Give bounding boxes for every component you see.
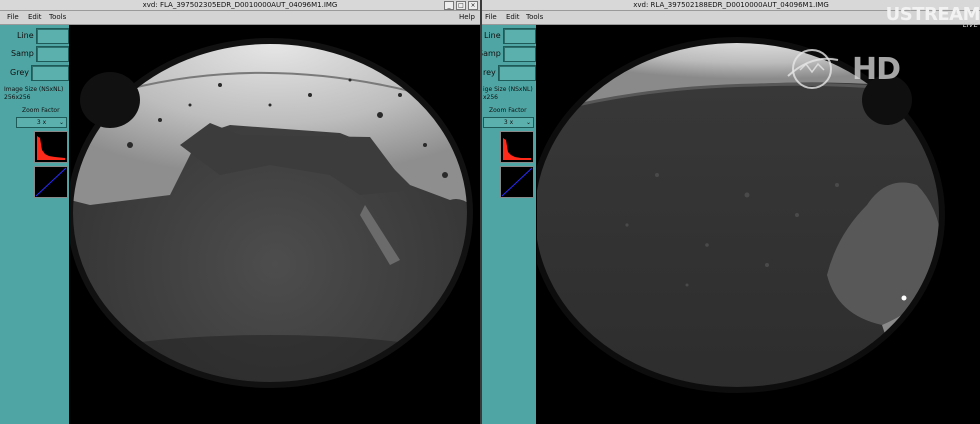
zoom-factor-select[interactable]: 3 x ⌄ bbox=[16, 117, 67, 128]
nasa-logo-icon bbox=[787, 49, 839, 89]
left-control-panel: Line Samp Grey Image Size (NSxNL) 256x25… bbox=[0, 25, 69, 424]
left-image-view[interactable] bbox=[70, 25, 480, 424]
image-size-label: Image Size (NSxNL) bbox=[4, 86, 64, 93]
close-button[interactable]: × bbox=[468, 1, 478, 10]
left-image-window: xvd: FLA_397502305EDR_D0010000AUT_04096M… bbox=[0, 0, 480, 424]
right-window-title: xvd: RLA_397502188EDR_D0010000AUT_04096M… bbox=[633, 1, 829, 9]
menu-file[interactable]: File bbox=[7, 11, 19, 24]
left-window-controls: _ □ × bbox=[444, 1, 478, 10]
image-size-value: 256x256 bbox=[4, 94, 31, 101]
stretch-curve-display bbox=[500, 166, 534, 198]
grey-field[interactable] bbox=[498, 65, 536, 81]
menu-file[interactable]: File bbox=[485, 11, 497, 24]
menu-edit[interactable]: Edit bbox=[28, 11, 42, 24]
histogram-icon bbox=[37, 136, 65, 160]
line-field[interactable] bbox=[503, 28, 536, 44]
histogram-icon bbox=[503, 138, 531, 160]
samp-label: Samp bbox=[482, 49, 501, 58]
zoom-factor-select[interactable]: 3 x ⌄ bbox=[483, 117, 534, 128]
line-label: Line bbox=[17, 31, 34, 40]
grey-label: rey bbox=[483, 68, 496, 77]
hd-badge: HD bbox=[852, 52, 901, 87]
live-label: LIVE bbox=[962, 21, 978, 29]
menu-tools[interactable]: Tools bbox=[526, 11, 543, 24]
grey-field[interactable] bbox=[31, 65, 69, 81]
image-size-label: ige Size (NSxNL) bbox=[483, 86, 533, 93]
zoom-factor-value: 3 x bbox=[503, 119, 514, 126]
menu-help[interactable]: Help bbox=[459, 11, 475, 24]
left-window-title: xvd: FLA_397502305EDR_D0010000AUT_04096M… bbox=[142, 1, 338, 9]
hazcam-image-front bbox=[70, 25, 480, 424]
right-control-panel: Line Samp rey ige Size (NSxNL) x256 Zoom… bbox=[482, 25, 536, 424]
histogram-display bbox=[34, 131, 68, 163]
image-size-value: x256 bbox=[483, 94, 499, 101]
line-label: Line bbox=[484, 31, 501, 40]
maximize-button[interactable]: □ bbox=[456, 1, 466, 10]
zoom-factor-value: 3 x bbox=[36, 119, 47, 126]
menu-edit[interactable]: Edit bbox=[506, 11, 520, 24]
samp-label: Samp bbox=[11, 49, 34, 58]
line-field[interactable] bbox=[36, 28, 69, 44]
zoom-factor-label: Zoom Factor bbox=[489, 107, 527, 114]
chevron-down-icon: ⌄ bbox=[525, 119, 531, 126]
left-titlebar[interactable]: xvd: FLA_397502305EDR_D0010000AUT_04096M… bbox=[0, 0, 480, 11]
left-menubar: File Edit Tools Help bbox=[0, 11, 480, 25]
grey-label: Grey bbox=[10, 68, 29, 77]
samp-field[interactable] bbox=[36, 46, 69, 62]
stretch-curve-display bbox=[34, 166, 68, 198]
zoom-factor-label: Zoom Factor bbox=[22, 107, 60, 114]
histogram-display bbox=[500, 131, 534, 163]
hazcam-image-rear bbox=[537, 25, 980, 424]
right-image-window: xvd: RLA_397502188EDR_D0010000AUT_04096M… bbox=[482, 0, 980, 424]
samp-field[interactable] bbox=[503, 46, 536, 62]
menu-tools[interactable]: Tools bbox=[49, 11, 66, 24]
chevron-down-icon: ⌄ bbox=[58, 119, 64, 126]
right-image-view[interactable] bbox=[537, 25, 980, 424]
stretch-curve-icon bbox=[501, 167, 533, 197]
minimize-button[interactable]: _ bbox=[444, 1, 454, 10]
stretch-curve-icon bbox=[35, 167, 67, 197]
